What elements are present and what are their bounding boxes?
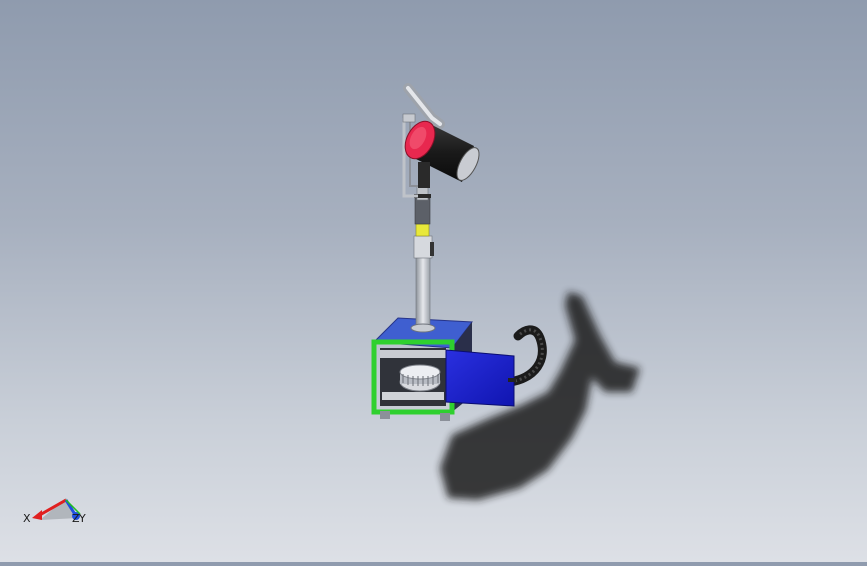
foot-left [380,411,390,419]
3d-viewport[interactable]: X Z Y [0,0,867,562]
axis-y-label: Y [78,512,86,525]
foot-right [440,413,450,421]
cable-chain [505,325,547,387]
yellow-sleeve [415,223,430,237]
column-pole [410,185,436,333]
base-door[interactable] [445,349,516,407]
axis-x-label: X [23,512,31,525]
axis-triad: X Z Y [23,498,86,525]
model-scene[interactable]: X Z Y [0,0,867,562]
